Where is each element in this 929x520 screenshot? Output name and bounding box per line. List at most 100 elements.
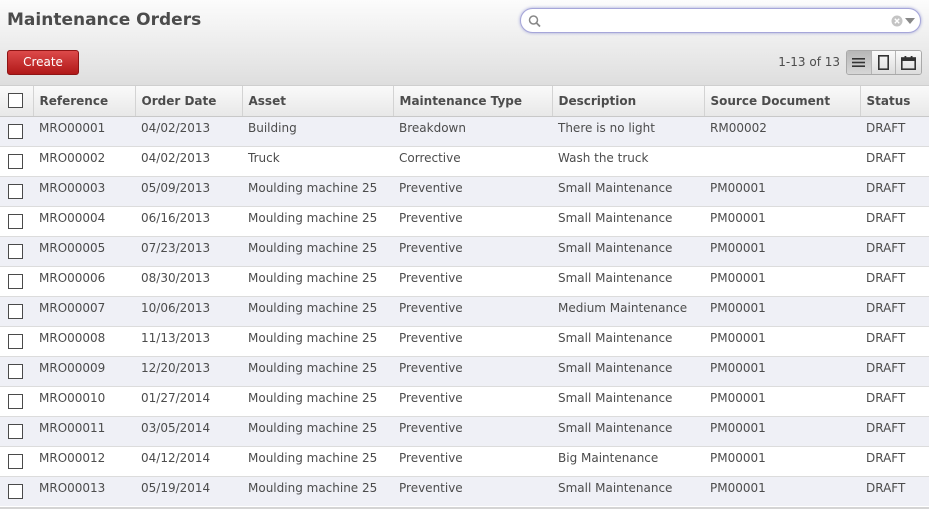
table-row[interactable]: MRO00003 05/09/2013 Moulding machine 25 Pre…: [0, 175, 929, 206]
cell-status[interactable]: DRAFT: [860, 205, 929, 236]
cell-order-date[interactable]: 05/19/2014: [135, 475, 242, 506]
row-checkbox[interactable]: [8, 303, 23, 319]
table-row[interactable]: MRO00010 01/27/2014 Moulding machine 25 Pre…: [0, 385, 929, 416]
cell-status[interactable]: DRAFT: [860, 265, 929, 296]
cell-source-document[interactable]: PM00001: [704, 175, 860, 206]
cell-order-date[interactable]: 06/16/2013: [135, 205, 242, 236]
cell-maintenance-type[interactable]: Preventive: [393, 385, 552, 416]
cell-maintenance-type[interactable]: Preventive: [393, 325, 552, 356]
row-checkbox[interactable]: [8, 333, 23, 349]
cell-status[interactable]: DRAFT: [860, 325, 929, 356]
cell-status[interactable]: DRAFT: [860, 145, 929, 176]
cell-source-document[interactable]: PM00001: [704, 295, 860, 326]
column-header-maintenance-type[interactable]: Maintenance Type: [393, 86, 553, 117]
cell-order-date[interactable]: 10/06/2013: [135, 295, 242, 326]
cell-description[interactable]: Medium Maintenance: [552, 295, 704, 326]
cell-maintenance-type[interactable]: Preventive: [393, 235, 552, 266]
table-row[interactable]: MRO00012 04/12/2014 Moulding machine 25 Pre…: [0, 445, 929, 476]
cell-description[interactable]: Small Maintenance: [552, 415, 704, 446]
cell-status[interactable]: DRAFT: [860, 295, 929, 326]
cell-maintenance-type[interactable]: Preventive: [393, 295, 552, 326]
cell-asset[interactable]: Moulding machine 25: [242, 175, 393, 206]
cell-maintenance-type[interactable]: Preventive: [393, 475, 552, 506]
cell-maintenance-type[interactable]: Preventive: [393, 445, 552, 476]
table-row[interactable]: MRO00013 05/19/2014 Moulding machine 25 Pre…: [0, 475, 929, 506]
column-header-status[interactable]: Status: [860, 86, 929, 117]
cell-status[interactable]: DRAFT: [860, 385, 929, 416]
cell-status[interactable]: DRAFT: [860, 475, 929, 506]
cell-reference[interactable]: MRO00001: [33, 115, 135, 146]
cell-description[interactable]: Small Maintenance: [552, 235, 704, 266]
row-checkbox[interactable]: [8, 363, 23, 379]
search-box[interactable]: [520, 8, 921, 33]
cell-maintenance-type[interactable]: Corrective: [393, 145, 552, 176]
cell-status[interactable]: DRAFT: [860, 415, 929, 446]
calendar-view-button[interactable]: [896, 51, 921, 74]
cell-asset[interactable]: Moulding machine 25: [242, 295, 393, 326]
clear-search-icon[interactable]: [891, 15, 903, 27]
row-checkbox[interactable]: [8, 393, 23, 409]
create-button[interactable]: Create: [7, 50, 79, 75]
cell-asset[interactable]: Moulding machine 25: [242, 205, 393, 236]
column-header-source-document[interactable]: Source Document: [704, 86, 861, 117]
cell-description[interactable]: Small Maintenance: [552, 355, 704, 386]
cell-description[interactable]: Small Maintenance: [552, 205, 704, 236]
cell-order-date[interactable]: 04/12/2014: [135, 445, 242, 476]
cell-reference[interactable]: MRO00008: [33, 325, 135, 356]
table-row[interactable]: MRO00002 04/02/2013 Truck Corrective Wash th…: [0, 145, 929, 176]
cell-maintenance-type[interactable]: Preventive: [393, 265, 552, 296]
cell-reference[interactable]: MRO00009: [33, 355, 135, 386]
cell-source-document[interactable]: PM00001: [704, 445, 860, 476]
cell-description[interactable]: Small Maintenance: [552, 475, 704, 506]
table-row[interactable]: MRO00009 12/20/2013 Moulding machine 25 Pre…: [0, 355, 929, 386]
cell-status[interactable]: DRAFT: [860, 445, 929, 476]
cell-maintenance-type[interactable]: Preventive: [393, 205, 552, 236]
cell-asset[interactable]: Moulding machine 25: [242, 475, 393, 506]
cell-order-date[interactable]: 11/13/2013: [135, 325, 242, 356]
cell-description[interactable]: Small Maintenance: [552, 325, 704, 356]
cell-asset[interactable]: Building: [242, 115, 393, 146]
cell-source-document[interactable]: PM00001: [704, 235, 860, 266]
search-input[interactable]: [543, 12, 888, 30]
cell-maintenance-type[interactable]: Preventive: [393, 415, 552, 446]
row-checkbox[interactable]: [8, 453, 23, 469]
cell-reference[interactable]: MRO00004: [33, 205, 135, 236]
column-header-order-date[interactable]: Order Date: [135, 86, 243, 117]
table-row[interactable]: MRO00011 03/05/2014 Moulding machine 25 Pre…: [0, 415, 929, 446]
cell-order-date[interactable]: 04/02/2013: [135, 145, 242, 176]
cell-order-date[interactable]: 12/20/2013: [135, 355, 242, 386]
cell-asset[interactable]: Moulding machine 25: [242, 415, 393, 446]
cell-description[interactable]: There is no light: [552, 115, 704, 146]
cell-reference[interactable]: MRO00013: [33, 475, 135, 506]
table-row[interactable]: MRO00008 11/13/2013 Moulding machine 25 Pre…: [0, 325, 929, 356]
cell-description[interactable]: Small Maintenance: [552, 265, 704, 296]
cell-asset[interactable]: Moulding machine 25: [242, 235, 393, 266]
select-all-checkbox[interactable]: [8, 93, 23, 109]
cell-source-document[interactable]: RM00002: [704, 115, 860, 146]
cell-order-date[interactable]: 08/30/2013: [135, 265, 242, 296]
row-checkbox[interactable]: [8, 243, 23, 259]
cell-reference[interactable]: MRO00011: [33, 415, 135, 446]
row-checkbox[interactable]: [8, 483, 23, 499]
column-header-reference[interactable]: Reference: [33, 86, 136, 117]
cell-reference[interactable]: MRO00002: [33, 145, 135, 176]
cell-reference[interactable]: MRO00007: [33, 295, 135, 326]
row-checkbox[interactable]: [8, 273, 23, 289]
cell-source-document[interactable]: PM00001: [704, 385, 860, 416]
row-checkbox[interactable]: [8, 213, 23, 229]
cell-asset[interactable]: Moulding machine 25: [242, 325, 393, 356]
cell-status[interactable]: DRAFT: [860, 115, 929, 146]
list-view-button[interactable]: [847, 51, 872, 74]
cell-description[interactable]: Small Maintenance: [552, 175, 704, 206]
cell-order-date[interactable]: 01/27/2014: [135, 385, 242, 416]
cell-source-document[interactable]: PM00001: [704, 265, 860, 296]
cell-source-document[interactable]: PM00001: [704, 355, 860, 386]
cell-maintenance-type[interactable]: Preventive: [393, 175, 552, 206]
cell-reference[interactable]: MRO00012: [33, 445, 135, 476]
form-view-button[interactable]: [871, 51, 897, 74]
cell-asset[interactable]: Moulding machine 25: [242, 355, 393, 386]
row-checkbox[interactable]: [8, 153, 23, 169]
cell-description[interactable]: Small Maintenance: [552, 385, 704, 416]
cell-source-document[interactable]: [704, 145, 860, 176]
cell-asset[interactable]: Moulding machine 25: [242, 385, 393, 416]
